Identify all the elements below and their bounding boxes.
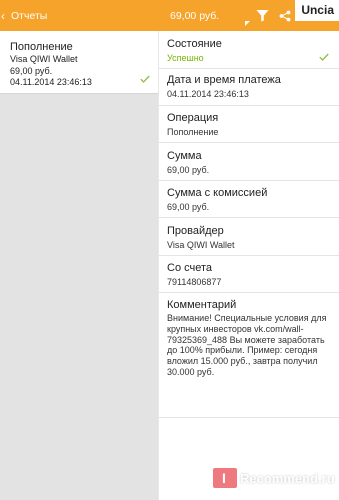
site-logo-text: Recommend.ru bbox=[240, 470, 335, 486]
operation-title: Пополнение bbox=[10, 41, 73, 53]
site-logo: I Recommend.ru bbox=[213, 468, 335, 488]
status-value: Успешно bbox=[167, 53, 204, 63]
sum-value: 69,00 руб. bbox=[167, 165, 210, 175]
separator bbox=[159, 142, 339, 143]
back-button[interactable]: ‹ Отчеты bbox=[0, 0, 47, 31]
comment-label: Комментарий bbox=[167, 299, 237, 311]
separator bbox=[159, 417, 339, 418]
status-label: Состояние bbox=[167, 38, 222, 50]
separator bbox=[159, 105, 339, 106]
operation-amount: 69,00 руб. bbox=[10, 65, 53, 76]
sum-label: Сумма bbox=[167, 150, 202, 162]
operation-provider: Visa QIWI Wallet bbox=[10, 54, 78, 64]
site-logo-badge: I bbox=[213, 468, 237, 488]
datetime-label: Дата и время платежа bbox=[167, 74, 281, 86]
filter-icon[interactable] bbox=[256, 9, 269, 22]
success-check-icon bbox=[319, 53, 329, 61]
operation-datetime: 04.11.2014 23:46:13 bbox=[10, 77, 92, 87]
comment-value: Внимание! Специальные условия для крупны… bbox=[167, 313, 327, 377]
separator bbox=[159, 217, 339, 218]
account-label: Со счета bbox=[167, 262, 213, 274]
balance-amount[interactable]: 69,00 руб. bbox=[170, 10, 219, 22]
separator bbox=[159, 68, 339, 69]
dropdown-triangle-icon[interactable] bbox=[245, 21, 250, 26]
provider-value: Visa QIWI Wallet bbox=[167, 240, 235, 250]
operation-label: Операция bbox=[167, 112, 219, 124]
site-logo-letter: I bbox=[222, 470, 226, 486]
operations-list: Пополнение Visa QIWI Wallet 69,00 руб. 0… bbox=[0, 31, 158, 500]
separator bbox=[159, 292, 339, 293]
success-check-icon bbox=[140, 75, 150, 83]
operation-value: Пополнение bbox=[167, 127, 219, 137]
screen-title: Отчеты bbox=[11, 9, 48, 22]
datetime-value: 04.11.2014 23:46:13 bbox=[167, 89, 249, 99]
account-value: 79114806877 bbox=[167, 277, 222, 287]
back-arrow-icon: ‹ bbox=[1, 8, 5, 23]
payment-details: Состояние Успешно Дата и время платежа 0… bbox=[159, 31, 339, 500]
sum-commission-label: Сумма с комиссией bbox=[167, 187, 268, 199]
watermark: Uncia bbox=[295, 0, 339, 21]
share-icon[interactable] bbox=[279, 10, 291, 22]
list-item-operation[interactable]: Пополнение Visa QIWI Wallet 69,00 руб. 0… bbox=[0, 31, 158, 94]
sum-commission-value: 69,00 руб. bbox=[167, 202, 210, 212]
action-bar: ‹ Отчеты 69,00 руб. Uncia bbox=[0, 0, 339, 31]
separator bbox=[159, 255, 339, 256]
separator bbox=[159, 180, 339, 181]
provider-label: Провайдер bbox=[167, 225, 224, 237]
